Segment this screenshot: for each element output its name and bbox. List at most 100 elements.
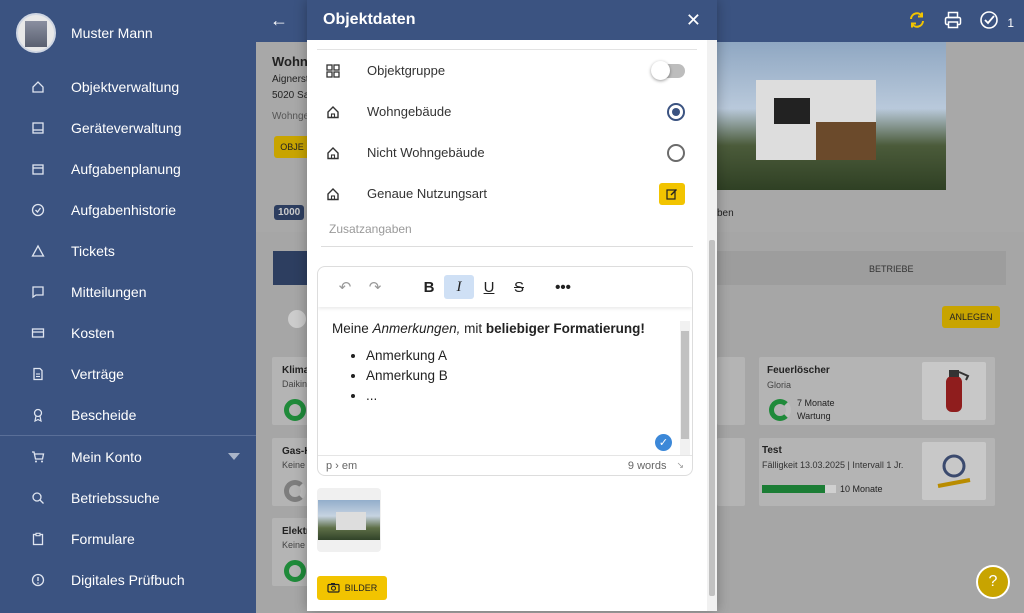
device-card-donut: [284, 560, 306, 582]
clipboard-icon: [30, 531, 46, 547]
zusatz-divider: [321, 246, 693, 247]
sidebar-item-aufgabenhistorie[interactable]: Aufgabenhistorie: [0, 189, 256, 230]
objektgruppe-toggle[interactable]: [651, 60, 685, 80]
more-icon[interactable]: •••: [548, 275, 578, 299]
sidebar-item-label: Verträge: [71, 365, 124, 382]
editor-text-bold: beliebiger Formatierung!: [485, 321, 645, 336]
company-logo: [16, 13, 56, 53]
editor-bullet: ...: [366, 386, 666, 406]
object-address-line1: Aignerst: [272, 74, 309, 85]
device-card-partial[interactable]: [717, 438, 745, 506]
sidebar-item-digitales-pruefbuch[interactable]: Digitales Prüfbuch: [0, 559, 256, 600]
grid-icon: [325, 63, 341, 79]
document-icon: [30, 366, 46, 382]
underline-button[interactable]: U: [474, 275, 504, 299]
object-side-text: ben: [717, 208, 734, 219]
sidebar-item-kosten[interactable]: Kosten: [0, 312, 256, 353]
chevron-down-icon[interactable]: [228, 453, 240, 460]
fire-extinguisher-image: [922, 362, 986, 420]
editor-statusbar: p › em 9 words ↘: [318, 455, 692, 475]
profile-name: Muster Mann: [71, 25, 153, 41]
resize-handle-icon[interactable]: ↘: [676, 460, 684, 471]
sidebar-item-aufgabenplanung[interactable]: Aufgabenplanung: [0, 148, 256, 189]
calendar-icon: [30, 161, 46, 177]
check-circle-icon: [30, 202, 46, 218]
bold-button[interactable]: B: [414, 275, 444, 299]
sidebar-item-label: Bescheide: [71, 406, 137, 423]
bilder-label: BILDER: [344, 583, 378, 593]
sidebar-item-betriebssuche[interactable]: Betriebssuche: [0, 477, 256, 518]
anlegen-button[interactable]: ANLEGEN: [942, 306, 1000, 328]
nicht-wohngebaeude-radio[interactable]: [667, 143, 685, 162]
sidebar-item-vertraege[interactable]: Verträge: [0, 353, 256, 394]
row-objektgruppe[interactable]: Objektgruppe: [307, 50, 707, 91]
editor-bullet: Anmerkung A: [366, 346, 666, 366]
redo-icon[interactable]: ↷: [360, 275, 390, 299]
sidebar-item-label: Objektverwaltung: [71, 78, 180, 95]
editor-content[interactable]: Meine Anmerkungen, mit beliebiger Format…: [318, 307, 680, 457]
sidebar-item-label: Kosten: [71, 324, 115, 341]
home-icon: [325, 186, 341, 202]
editor-scrollbar[interactable]: [680, 321, 690, 455]
object-button[interactable]: OBJE: [274, 136, 310, 158]
print-icon[interactable]: [941, 8, 965, 32]
sidebar-item-label: Formulare: [71, 530, 135, 547]
device-card-sub: Daikin: [282, 379, 308, 389]
object-type: Wohnge: [272, 111, 310, 122]
home-icon: [325, 104, 341, 120]
device-card-title: Klima: [282, 365, 310, 376]
sidebar-nav: Objektverwaltung Geräteverwaltung Aufgab…: [0, 66, 256, 435]
spellcheck-icon[interactable]: ✓: [655, 434, 672, 451]
modal-scrollbar[interactable]: [707, 40, 717, 611]
help-icon[interactable]: ?: [976, 565, 1010, 599]
sidebar-item-bescheide[interactable]: Bescheide: [0, 394, 256, 435]
refresh-icon[interactable]: [905, 8, 929, 32]
house-photo: [716, 42, 946, 190]
editor-bullet: Anmerkung B: [366, 366, 666, 386]
sidebar-item-label: Mitteilungen: [71, 283, 147, 300]
profile[interactable]: Muster Mann: [0, 0, 256, 66]
device-card-donut: [284, 399, 306, 421]
sidebar-item-geraeteverwaltung[interactable]: Geräteverwaltung: [0, 107, 256, 148]
row-label: Objektgruppe: [367, 63, 446, 78]
italic-button[interactable]: I: [444, 275, 474, 299]
back-arrow-icon[interactable]: ←: [270, 10, 288, 31]
rich-text-editor[interactable]: ↶ ↷ B I U S ••• Meine Anmerkungen, mit b…: [317, 266, 693, 476]
device-card-title: Elektr: [282, 526, 310, 537]
sidebar-item-mein-konto[interactable]: Mein Konto: [0, 436, 256, 477]
toggle-knob[interactable]: [288, 310, 306, 328]
bilder-button[interactable]: BILDER: [317, 576, 387, 600]
device-card-progress: [762, 485, 836, 493]
object-address-line2: 5020 Sa: [272, 90, 310, 101]
undo-icon[interactable]: ↶: [330, 275, 360, 299]
editor-text-plain: mit: [460, 321, 486, 336]
row-genaue-nutzungsart[interactable]: Genaue Nutzungsart: [307, 173, 707, 214]
device-card-label: Wartung: [797, 411, 831, 421]
row-label: Genaue Nutzungsart: [367, 186, 487, 201]
device-card-months: 10 Monate: [840, 484, 883, 494]
sidebar-item-objektverwaltung[interactable]: Objektverwaltung: [0, 66, 256, 107]
sidebar-item-label: Mein Konto: [71, 448, 142, 465]
word-count[interactable]: 9 words: [628, 460, 667, 472]
info-icon: [30, 572, 46, 588]
sidebar-item-mitteilungen[interactable]: Mitteilungen: [0, 271, 256, 312]
row-wohngebaeude[interactable]: Wohngebäude: [307, 91, 707, 132]
device-card-sub: Keine: [282, 460, 306, 470]
device-card-partial[interactable]: [717, 357, 745, 425]
row-nicht-wohngebaeude[interactable]: Nicht Wohngebäude: [307, 132, 707, 173]
camera-icon: [327, 582, 340, 595]
edit-icon[interactable]: [659, 182, 685, 205]
object-title: Wohn: [272, 54, 308, 69]
wohngebaeude-radio[interactable]: [667, 102, 685, 121]
strikethrough-button[interactable]: S: [504, 275, 534, 299]
editor-paragraph: Meine Anmerkungen, mit beliebiger Format…: [332, 321, 666, 336]
tab-betriebe[interactable]: [716, 251, 1006, 285]
tasks-check-icon[interactable]: [977, 8, 1001, 32]
sidebar-item-formulare[interactable]: Formulare: [0, 518, 256, 559]
close-icon[interactable]: ✕: [686, 10, 701, 31]
element-path[interactable]: p › em: [326, 460, 357, 472]
sidebar-item-tickets[interactable]: Tickets: [0, 230, 256, 271]
object-code-badge: 1000: [274, 205, 305, 220]
device-card-due: Fälligkeit 13.03.2025 | Intervall 1 Jr.: [762, 460, 904, 470]
image-thumbnail[interactable]: [317, 488, 381, 552]
